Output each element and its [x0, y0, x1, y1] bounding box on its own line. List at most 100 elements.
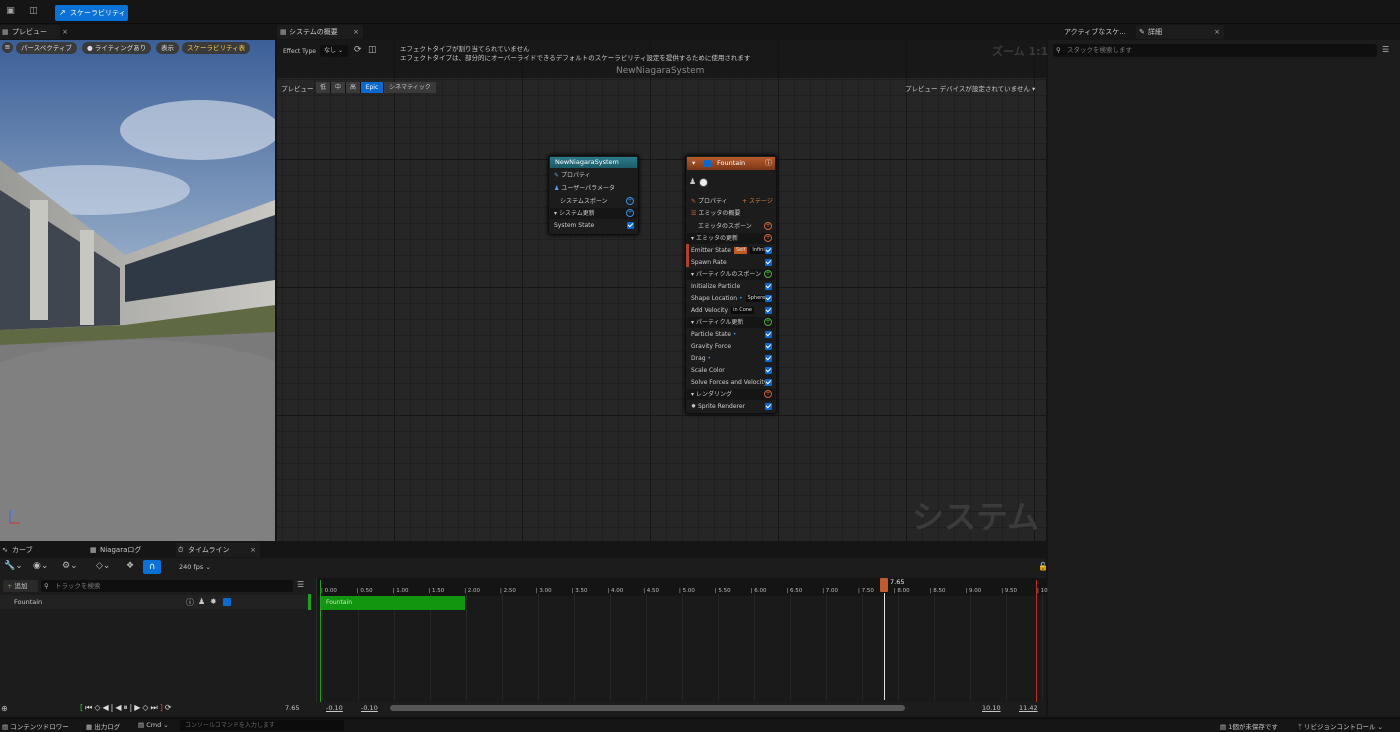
- tab-curves[interactable]: ∿ カーブ: [0, 543, 80, 557]
- browse-asset-icon[interactable]: ◫: [368, 45, 377, 55]
- add-icon[interactable]: +: [764, 234, 772, 242]
- enabled-checkbox[interactable]: [765, 259, 772, 266]
- eye-icon[interactable]: ◉⌄: [33, 561, 48, 571]
- wrench-icon[interactable]: 🔧⌄: [4, 561, 23, 571]
- track-row[interactable]: Fountain ⓘ ♟ ✸: [0, 595, 310, 609]
- reverse-icon[interactable]: ◀: [115, 703, 123, 712]
- tab-active-stack[interactable]: アクティブなスケ...: [1052, 25, 1132, 39]
- preview-device-dropdown[interactable]: プレビュー デバイスが設定されていません ▾: [905, 83, 1035, 93]
- step-back-icon[interactable]: ◀|: [102, 703, 115, 712]
- jump-start-icon[interactable]: ⏮: [85, 703, 94, 712]
- playhead-handle[interactable]: [880, 578, 888, 592]
- emitter-update-row[interactable]: ▾ エミッタの更新 +: [687, 233, 775, 244]
- show-button[interactable]: 表示: [156, 42, 179, 54]
- add-icon[interactable]: +: [626, 197, 634, 205]
- magnet-snap-button[interactable]: ∩: [143, 560, 161, 574]
- tab-niagara-log[interactable]: ▦ Niagaraログ: [88, 543, 168, 557]
- content-drawer-button[interactable]: ▤ コンテンツドロワー: [2, 721, 69, 731]
- track-search-input[interactable]: ⚲ トラックを検索: [41, 580, 293, 592]
- fountain-track-bar[interactable]: Fountain: [320, 596, 465, 610]
- menu-icon[interactable]: ≡: [2, 42, 13, 53]
- unsaved-button[interactable]: ▤ 1個が未保存です: [1220, 721, 1278, 731]
- system-node[interactable]: NewNiagaraSystem ✎ プロパティ ♟ ユーザーパラメータ システ…: [548, 155, 639, 235]
- tab-details[interactable]: ✎ 詳細 ×: [1136, 25, 1224, 39]
- view-range-start[interactable]: -0.10: [326, 704, 343, 712]
- snap-settings-icon[interactable]: ⚙⌄: [62, 561, 78, 571]
- enabled-checkbox[interactable]: [765, 283, 772, 290]
- quality-high[interactable]: 高: [346, 82, 360, 93]
- sprite-renderer-row[interactable]: ✸ Sprite Renderer: [687, 401, 775, 412]
- emitter-node[interactable]: ▾ Fountain ⓘ ♟ ✎ プロパティ + ステージ ☰ エミッタの概要 エ…: [685, 155, 777, 414]
- enabled-checkbox[interactable]: [765, 331, 772, 338]
- add-velocity-row[interactable]: Add Velocity in Cone: [687, 305, 775, 316]
- gravity-force-row[interactable]: Gravity Force: [687, 341, 775, 352]
- scale-color-row[interactable]: Scale Color: [687, 365, 775, 376]
- add-icon[interactable]: +: [764, 222, 772, 230]
- track-enabled-checkbox[interactable]: [223, 598, 231, 606]
- enabled-checkbox[interactable]: [765, 367, 772, 374]
- loop-icon[interactable]: ⟳: [165, 703, 174, 712]
- system-properties-row[interactable]: ✎ プロパティ: [550, 170, 637, 181]
- jump-end-icon[interactable]: ⏭: [151, 703, 160, 712]
- view-range-end[interactable]: 10.10: [982, 704, 1001, 712]
- revision-control-button[interactable]: ᛉ リビジョンコントロール ⌄: [1298, 721, 1383, 731]
- enabled-checkbox[interactable]: [627, 222, 634, 229]
- reset-icon[interactable]: ⟳: [354, 45, 362, 55]
- add-track-button[interactable]: + 追加: [3, 580, 38, 592]
- tab-preview[interactable]: ▦ プレビュー ×: [0, 25, 68, 39]
- next-key-icon[interactable]: ◇: [142, 703, 150, 712]
- enabled-checkbox[interactable]: [765, 343, 772, 350]
- info-icon[interactable]: ⓘ: [186, 597, 194, 608]
- collapse-icon[interactable]: ▾: [692, 159, 695, 167]
- keyframe-icon[interactable]: ◇⌄: [96, 561, 110, 571]
- add-icon[interactable]: +: [764, 318, 772, 326]
- current-time-field[interactable]: 7.65: [285, 704, 299, 712]
- console-input[interactable]: コンソールコマンドを入力します: [180, 720, 344, 731]
- shape-location-row[interactable]: Shape Location • Sphere: [687, 293, 775, 304]
- viewport[interactable]: [0, 40, 275, 541]
- enabled-checkbox[interactable]: [765, 379, 772, 386]
- transport-options-icon[interactable]: ⊕: [1, 704, 8, 713]
- quality-low[interactable]: 低: [316, 82, 330, 93]
- add-icon[interactable]: +: [764, 390, 772, 398]
- particle-state-row[interactable]: Particle State •: [687, 329, 775, 340]
- filter-icon[interactable]: ☰: [1382, 45, 1389, 54]
- emitter-state-row[interactable]: Emitter State Self Infinite: [687, 245, 775, 256]
- node-graph[interactable]: [277, 40, 1046, 541]
- scalability-button[interactable]: ↗ スケーラビリティ: [55, 5, 128, 21]
- system-spawn-row[interactable]: システムスポーン +: [550, 196, 637, 207]
- timeline-scrollbar[interactable]: [390, 705, 905, 711]
- quality-cinematic[interactable]: シネマティック: [384, 82, 436, 93]
- rendering-row[interactable]: ▾ レンダリング +: [687, 389, 775, 400]
- step-forward-icon[interactable]: |▶: [130, 703, 143, 712]
- system-update-row[interactable]: ▾ システム更新 +: [550, 208, 637, 219]
- quality-epic[interactable]: Epic: [361, 82, 383, 93]
- effect-type-dropdown[interactable]: なし ⌄: [320, 45, 348, 57]
- fps-dropdown[interactable]: 240 fps ⌄: [179, 563, 211, 571]
- enabled-checkbox[interactable]: [765, 403, 772, 410]
- lock-icon[interactable]: 🔓: [1038, 562, 1048, 571]
- scalability-pill[interactable]: スケーラビリティ表: [182, 42, 251, 54]
- enabled-checkbox[interactable]: [765, 247, 772, 254]
- drag-row[interactable]: Drag •: [687, 353, 775, 364]
- emitter-spawn-row[interactable]: エミッタのスポーン +: [687, 221, 775, 232]
- add-icon[interactable]: +: [626, 209, 634, 217]
- quality-medium[interactable]: 中: [331, 82, 345, 93]
- add-icon[interactable]: +: [764, 270, 772, 278]
- perspective-button[interactable]: パースペクティブ: [16, 42, 77, 54]
- enabled-checkbox[interactable]: [765, 355, 772, 362]
- enabled-checkbox[interactable]: [765, 295, 772, 302]
- info-icon[interactable]: ⓘ: [765, 157, 772, 170]
- add-stage-icon[interactable]: + ステージ: [742, 196, 773, 207]
- tab-system-overview[interactable]: ▦ システムの概要 ×: [277, 25, 363, 39]
- working-range-end[interactable]: 11.42: [1019, 704, 1038, 712]
- user-parameters-row[interactable]: ♟ ユーザーパラメータ: [550, 183, 637, 194]
- emitter-summary-row[interactable]: ☰ エミッタの概要: [687, 208, 775, 219]
- system-state-row[interactable]: System State: [550, 220, 637, 231]
- initialize-particle-row[interactable]: Initialize Particle: [687, 281, 775, 292]
- emitter-properties-row[interactable]: ✎ プロパティ + ステージ: [687, 196, 775, 207]
- particle-spawn-row[interactable]: ▾ パーティクルのスポーン +: [687, 269, 775, 280]
- tab-timeline[interactable]: ⏱ タイムライン ×: [176, 543, 260, 557]
- browse-icon[interactable]: ◫: [28, 6, 39, 17]
- output-log-button[interactable]: ▦ 出力ログ: [86, 721, 120, 731]
